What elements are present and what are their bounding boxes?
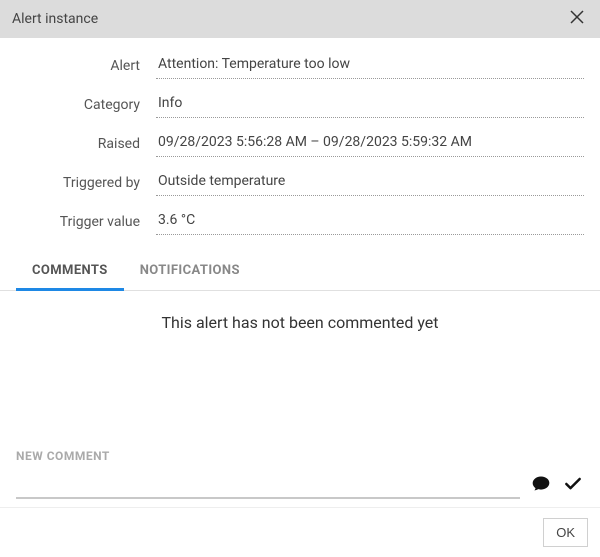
field-trigger-value: Trigger value 3.6 °C: [16, 208, 584, 235]
comment-icon[interactable]: [530, 474, 552, 494]
field-alert: Alert Attention: Temperature too low: [16, 52, 584, 79]
tab-notifications[interactable]: NOTIFICATIONS: [124, 253, 256, 291]
comments-panel: This alert has not been commented yet: [0, 291, 600, 449]
dialog-footer: OK: [0, 507, 600, 557]
field-raised-value: 09/28/2023 5:56:28 AM – 09/28/2023 5:59:…: [156, 130, 584, 157]
comments-empty-message: This alert has not been commented yet: [16, 313, 584, 332]
field-raised: Raised 09/28/2023 5:56:28 AM – 09/28/202…: [16, 130, 584, 157]
new-comment-section: NEW COMMENT: [0, 449, 600, 507]
field-triggered-by-value: Outside temperature: [156, 169, 584, 196]
field-category-label: Category: [16, 97, 156, 113]
field-alert-value: Attention: Temperature too low: [156, 52, 584, 79]
titlebar: Alert instance: [0, 0, 600, 38]
ok-button[interactable]: OK: [543, 518, 588, 547]
details-section: Alert Attention: Temperature too low Cat…: [0, 38, 600, 253]
alert-instance-dialog: Alert instance Alert Attention: Temperat…: [0, 0, 600, 557]
check-icon[interactable]: [562, 474, 584, 494]
field-alert-label: Alert: [16, 58, 156, 74]
tabs: COMMENTS NOTIFICATIONS: [0, 253, 600, 291]
dialog-title: Alert instance: [12, 11, 98, 27]
new-comment-label: NEW COMMENT: [16, 449, 584, 463]
close-icon[interactable]: [566, 6, 588, 32]
field-raised-label: Raised: [16, 136, 156, 152]
field-triggered-by-label: Triggered by: [16, 175, 156, 191]
field-category-value: Info: [156, 91, 584, 118]
field-triggered-by: Triggered by Outside temperature: [16, 169, 584, 196]
field-trigger-value-value: 3.6 °C: [156, 208, 584, 235]
new-comment-input[interactable]: [16, 469, 520, 499]
tab-comments[interactable]: COMMENTS: [16, 253, 124, 291]
field-trigger-value-label: Trigger value: [16, 214, 156, 230]
field-category: Category Info: [16, 91, 584, 118]
